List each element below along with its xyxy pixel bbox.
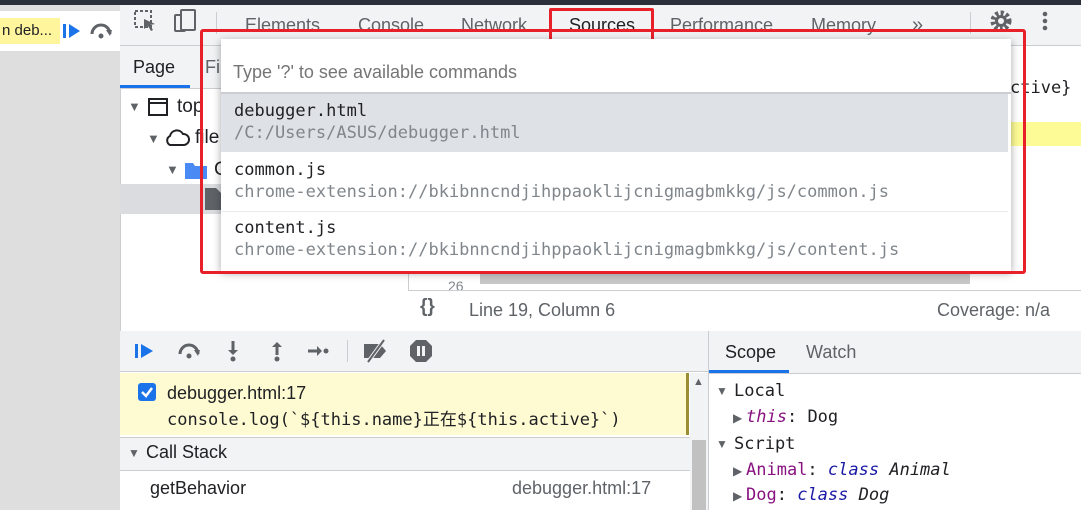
scope-script-label[interactable]: Script bbox=[734, 434, 795, 454]
tab-watch[interactable]: Watch bbox=[806, 342, 856, 363]
step-over-icon[interactable] bbox=[176, 338, 202, 364]
breakpoint-code: console.log(`${this.name}正在${this.active… bbox=[167, 410, 621, 430]
tree-expand-arrow-icon[interactable]: ▼ bbox=[166, 162, 179, 177]
tree-expand-arrow-icon[interactable]: ▼ bbox=[147, 131, 160, 146]
device-toolbar-icon[interactable] bbox=[172, 8, 198, 34]
debugger-toolbar-divider bbox=[347, 340, 348, 362]
scope-this-entry[interactable]: this: Dog bbox=[746, 407, 838, 427]
more-options-icon[interactable] bbox=[1032, 8, 1058, 34]
pause-on-exceptions-icon[interactable] bbox=[408, 338, 434, 364]
coverage-status: Coverage: n/a bbox=[937, 300, 1051, 320]
breakpoint-location: debugger.html:17 bbox=[167, 383, 307, 403]
scope-collapse-arrow-icon[interactable]: ▶ bbox=[733, 464, 742, 478]
scope-expand-arrow-icon[interactable]: ▼ bbox=[716, 437, 728, 451]
step-out-icon[interactable] bbox=[264, 338, 290, 364]
page-resume-button[interactable] bbox=[60, 18, 84, 44]
scope-expand-arrow-icon[interactable]: ▼ bbox=[716, 384, 728, 398]
scope-collapse-arrow-icon[interactable]: ▶ bbox=[733, 489, 742, 503]
navigator-tab-page[interactable]: Page bbox=[133, 46, 175, 88]
scope-animal-entry[interactable]: Animal: class Animal bbox=[746, 460, 951, 480]
inspected-page-area bbox=[0, 5, 120, 510]
paused-in-debugger-label: n deb... bbox=[0, 18, 60, 44]
active-tab-underline bbox=[120, 85, 190, 88]
call-frame-location[interactable]: debugger.html:17 bbox=[512, 478, 651, 499]
step-icon[interactable] bbox=[305, 338, 331, 364]
tree-expand-arrow-icon[interactable]: ▼ bbox=[128, 99, 141, 114]
scrollbar-thumb[interactable] bbox=[692, 440, 706, 510]
cursor-position: Line 19, Column 6 bbox=[469, 300, 616, 320]
tab-scope[interactable]: Scope bbox=[725, 342, 776, 363]
command-menu-highlight-box bbox=[200, 29, 1026, 274]
inspect-element-icon[interactable] bbox=[132, 8, 158, 34]
scroll-up-arrow-icon[interactable]: ▲ bbox=[693, 376, 704, 388]
frame-icon bbox=[147, 96, 169, 123]
scope-collapse-arrow-icon[interactable]: ▶ bbox=[733, 411, 742, 425]
scope-dog-entry[interactable]: Dog: class Dog bbox=[746, 485, 889, 505]
page-step-over-button[interactable] bbox=[88, 18, 114, 44]
call-stack-expand-arrow-icon[interactable]: ▼ bbox=[128, 446, 140, 460]
pretty-print-button[interactable]: {} bbox=[420, 296, 435, 318]
deactivate-breakpoints-icon[interactable] bbox=[362, 338, 388, 364]
cloud-icon bbox=[163, 127, 191, 154]
active-tab-underline bbox=[709, 370, 789, 373]
breakpoint-checkbox[interactable] bbox=[138, 383, 156, 401]
scope-local-label[interactable]: Local bbox=[734, 381, 785, 401]
step-into-icon[interactable] bbox=[220, 338, 246, 364]
call-stack-title: Call Stack bbox=[146, 442, 228, 462]
resume-icon[interactable] bbox=[132, 338, 158, 364]
call-frame-name[interactable]: getBehavior bbox=[150, 478, 246, 499]
